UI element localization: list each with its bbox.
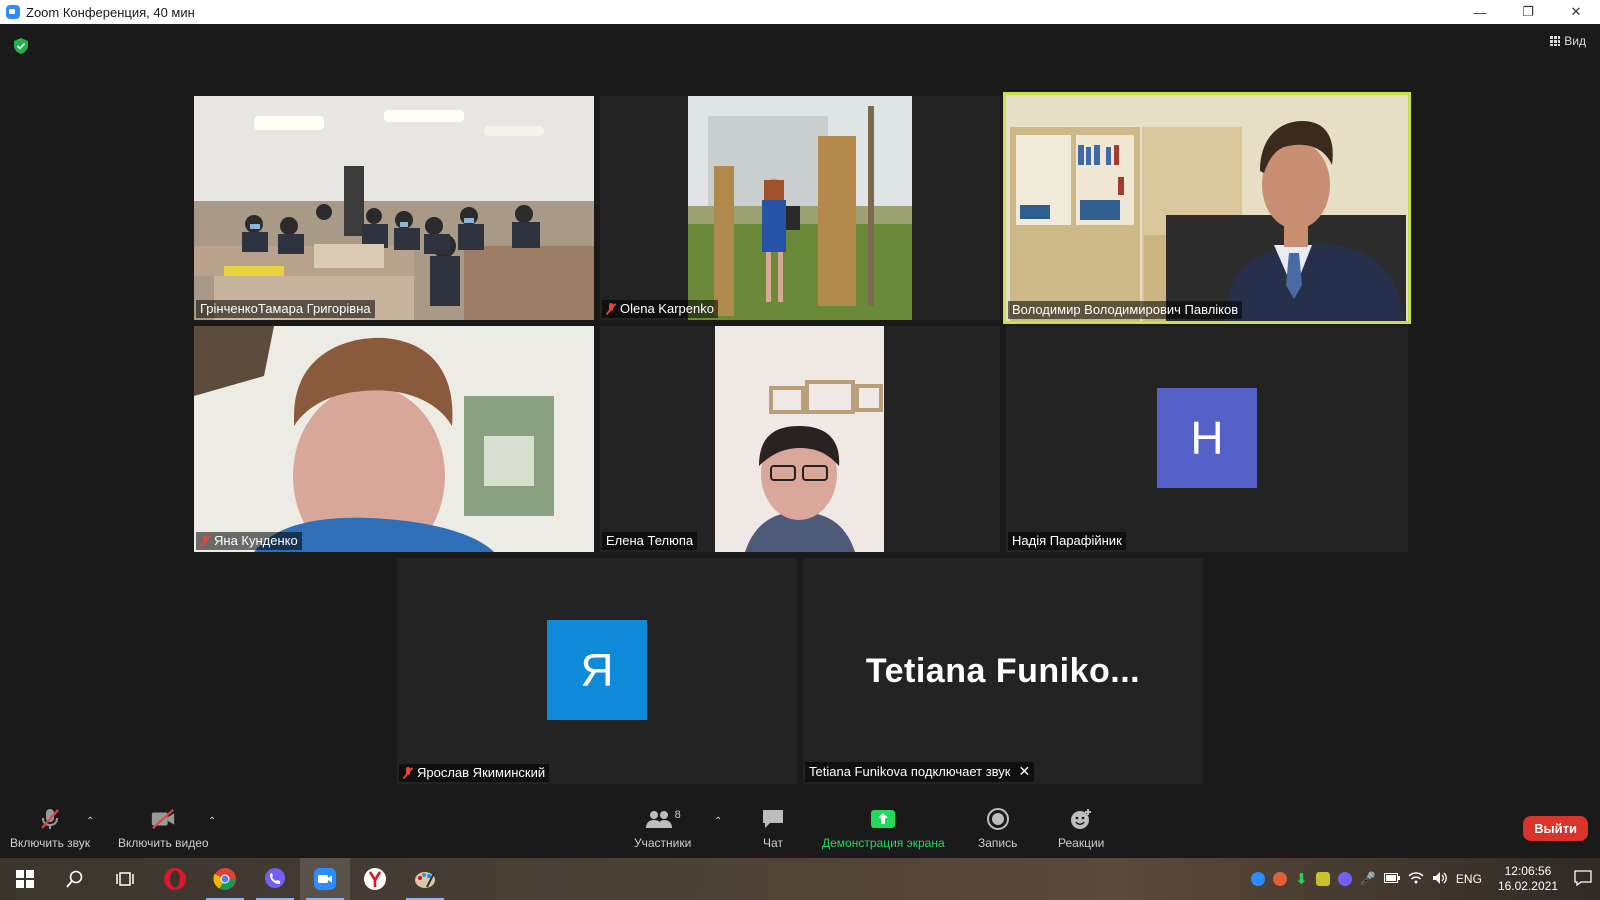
- restore-button[interactable]: ❐: [1504, 0, 1552, 24]
- grid-view-icon: [1550, 36, 1561, 46]
- reactions-label: Реакции: [1058, 836, 1105, 850]
- zoom-taskbar-icon[interactable]: [300, 858, 350, 900]
- start-video-label: Включить видео: [118, 836, 209, 850]
- chat-icon: [760, 808, 786, 830]
- zoom-tray-icon[interactable]: [1251, 872, 1266, 886]
- share-screen-button[interactable]: Демонстрация экрана: [822, 808, 945, 850]
- participant-name-label: Ярослав Якиминский: [399, 764, 550, 782]
- record-button[interactable]: Запись: [978, 808, 1017, 850]
- share-screen-icon: [870, 808, 896, 830]
- paint-icon[interactable]: [400, 858, 450, 900]
- video-tile-nadiya-parafiynyk[interactable]: Н Надія Парафійник: [1006, 326, 1408, 552]
- chat-button[interactable]: Чат: [760, 808, 786, 850]
- avatar: Н: [1157, 388, 1257, 488]
- leave-button[interactable]: Выйти: [1523, 816, 1588, 841]
- video-tile-yaroslav-yakyminskyi[interactable]: Я Ярослав Якиминский: [397, 558, 797, 784]
- mic-muted-icon: [606, 302, 616, 315]
- chat-label: Чат: [763, 836, 783, 850]
- title-bar: Zoom Конференция, 40 мин — ❐ ✕: [0, 0, 1600, 24]
- record-icon: [985, 808, 1011, 830]
- viber-icon[interactable]: [250, 858, 300, 900]
- battery-icon[interactable]: [1383, 872, 1400, 886]
- classroom-video: [194, 96, 594, 320]
- close-icon[interactable]: ✕: [1018, 763, 1030, 780]
- chrome-icon[interactable]: [200, 858, 250, 900]
- clock-time: 12:06:56: [1504, 864, 1552, 878]
- unmute-label: Включить звук: [10, 836, 91, 850]
- participant-name-label: Tetiana Funikova подключает звук ✕: [805, 762, 1035, 782]
- participants-icon: 8: [641, 808, 685, 830]
- mic-muted-icon: [37, 808, 63, 830]
- audio-options-chevron-icon[interactable]: ⌃: [86, 816, 94, 827]
- meeting-stage: Вид ГрінченкоТамара Григорівна Olena Kar…: [0, 24, 1600, 800]
- clock[interactable]: 12:06:56 16.02.2021: [1498, 864, 1558, 894]
- participant-name-label: Надія Парафійник: [1008, 532, 1126, 550]
- mic-muted-icon: [200, 534, 210, 547]
- video-options-chevron-icon[interactable]: ⌃: [208, 816, 216, 827]
- avatar: Я: [547, 620, 647, 720]
- record-label: Запись: [978, 836, 1018, 850]
- video-tile-grinchenko[interactable]: ГрінченкоТамара Григорівна: [194, 96, 594, 320]
- minimize-button[interactable]: —: [1456, 0, 1504, 24]
- webcam-video: [715, 326, 884, 552]
- reactions-icon: [1068, 808, 1094, 830]
- meeting-toolbar: Включить звук ⌃ Включить видео ⌃ 8 Участ…: [0, 800, 1600, 858]
- task-view-icon[interactable]: [100, 858, 150, 900]
- video-tile-pavlikov[interactable]: Володимир Володимирович Павліков: [1003, 92, 1411, 324]
- share-screen-label: Демонстрация экрана: [822, 836, 945, 850]
- microphone-tray-icon[interactable]: 🎤: [1360, 871, 1376, 887]
- participant-name-label: Olena Karpenko: [602, 300, 718, 318]
- viber-tray-icon[interactable]: [1337, 872, 1352, 886]
- participants-label: Участники: [634, 836, 692, 850]
- wifi-icon[interactable]: [1408, 871, 1424, 888]
- view-label: Вид: [1564, 34, 1586, 48]
- outdoor-video: [688, 96, 912, 320]
- participant-name-label: Яна Кунденко: [196, 532, 302, 550]
- office-video: [1006, 95, 1408, 321]
- system-tray: ⬇ 🎤 ENG 12:06:56 16.02.2021: [1251, 858, 1600, 900]
- reactions-button[interactable]: Реакции: [1058, 808, 1104, 850]
- video-tile-olena-karpenko[interactable]: Olena Karpenko: [600, 96, 1000, 320]
- video-tile-yana-kundenko[interactable]: Яна Кунденко: [194, 326, 594, 552]
- search-icon[interactable]: [50, 858, 100, 900]
- encryption-shield-icon[interactable]: [14, 38, 28, 54]
- participant-name-label: Володимир Володимирович Павліков: [1008, 301, 1243, 319]
- home-video: [194, 326, 594, 552]
- participant-name-label: Елена Телюпа: [602, 532, 698, 550]
- download-tray-icon[interactable]: ⬇: [1295, 870, 1308, 888]
- language-indicator[interactable]: ENG: [1456, 872, 1482, 886]
- participant-big-name: Tetiana Funiko...: [865, 651, 1141, 690]
- unmute-button[interactable]: Включить звук: [10, 808, 90, 850]
- zoom-logo-icon: [6, 5, 20, 19]
- window-controls: — ❐ ✕: [1456, 0, 1600, 24]
- close-button[interactable]: ✕: [1552, 0, 1600, 24]
- security-tray-icon[interactable]: [1315, 872, 1330, 886]
- video-tile-tetiana-funikova[interactable]: Tetiana Funiko... Tetiana Funikova подкл…: [803, 558, 1203, 784]
- window-title: Zoom Конференция, 40 мин: [26, 4, 195, 20]
- participants-count: 8: [674, 809, 681, 821]
- notifications-icon[interactable]: [1574, 869, 1592, 889]
- yandex-browser-icon[interactable]: [350, 858, 400, 900]
- mic-muted-icon: [403, 766, 413, 779]
- participants-options-chevron-icon[interactable]: ⌃: [714, 816, 722, 827]
- participant-name-label: ГрінченкоТамара Григорівна: [196, 300, 375, 318]
- video-tile-elena-telyupa[interactable]: Елена Телюпа: [600, 326, 1000, 552]
- volume-icon[interactable]: [1432, 871, 1448, 888]
- windows-start-icon[interactable]: [0, 858, 50, 900]
- windows-taskbar: ⬇ 🎤 ENG 12:06:56 16.02.2021: [0, 858, 1600, 900]
- start-video-button[interactable]: Включить видео: [118, 808, 209, 850]
- view-button[interactable]: Вид: [1550, 34, 1586, 48]
- opera-icon[interactable]: [150, 858, 200, 900]
- participants-button[interactable]: 8 Участники: [634, 808, 691, 850]
- clock-date: 16.02.2021: [1497, 879, 1558, 893]
- video-off-icon: [150, 808, 176, 830]
- app-tray-icon[interactable]: [1273, 872, 1288, 886]
